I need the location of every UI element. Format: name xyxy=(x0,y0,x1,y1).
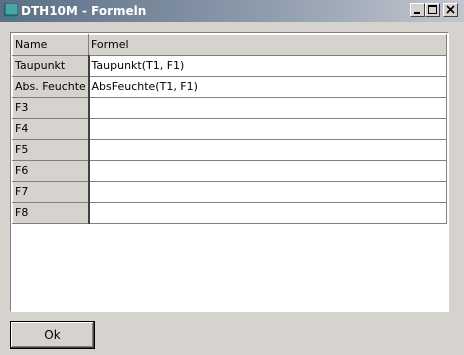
row-name-cell[interactable]: F7 xyxy=(12,181,90,203)
close-icon xyxy=(446,5,455,14)
formula-cell[interactable] xyxy=(88,139,447,161)
formula-cell[interactable] xyxy=(88,118,447,140)
table-row[interactable]: F3 xyxy=(12,97,447,119)
row-name-cell[interactable]: F8 xyxy=(12,202,90,224)
table-row[interactable]: F4 xyxy=(12,118,447,140)
table-row[interactable]: F8 xyxy=(12,202,447,224)
window-title: DTH10M - Formeln xyxy=(21,4,147,18)
table-row[interactable]: F5 xyxy=(12,139,447,161)
table-row[interactable]: F6 xyxy=(12,160,447,182)
maximize-button[interactable] xyxy=(425,3,440,17)
row-name-cell[interactable]: F3 xyxy=(12,97,90,119)
row-name-cell[interactable]: F6 xyxy=(12,160,90,182)
table-row[interactable]: Abs. Feuchte AbsFeuchte(T1, F1) xyxy=(12,76,447,98)
formula-cell[interactable] xyxy=(88,160,447,182)
header-row: Name Formel xyxy=(12,34,447,56)
row-name-cell[interactable]: F5 xyxy=(12,139,90,161)
row-name-cell[interactable]: Taupunkt xyxy=(12,55,90,77)
row-name-cell[interactable]: F4 xyxy=(12,118,90,140)
formula-table: Name Formel Taupunkt Taupunkt(T1, F1) Abs.… xyxy=(12,34,447,224)
table-row[interactable]: F7 xyxy=(12,181,447,203)
formula-cell[interactable] xyxy=(88,97,447,119)
formula-cell[interactable] xyxy=(88,181,447,203)
table-row[interactable]: Taupunkt Taupunkt(T1, F1) xyxy=(12,55,447,77)
column-header-formula[interactable]: Formel xyxy=(88,34,447,56)
formula-grid[interactable]: Name Formel Taupunkt Taupunkt(T1, F1) Abs.… xyxy=(10,32,449,312)
column-header-name[interactable]: Name xyxy=(12,34,89,56)
formula-cell[interactable] xyxy=(88,202,447,224)
formeln-window: DTH10M - Formeln Name Formel Taupunkt Ta… xyxy=(0,0,464,355)
row-name-cell[interactable]: Abs. Feuchte xyxy=(12,76,90,98)
close-button[interactable] xyxy=(443,3,458,17)
formula-cell[interactable]: Taupunkt(T1, F1) xyxy=(88,55,447,77)
title-bar[interactable]: DTH10M - Formeln xyxy=(0,0,464,22)
formula-cell[interactable]: AbsFeuchte(T1, F1) xyxy=(88,76,447,98)
minimize-button[interactable] xyxy=(410,3,425,17)
ok-button[interactable]: Ok xyxy=(10,321,95,349)
maximize-icon xyxy=(428,5,437,14)
app-icon xyxy=(3,3,18,17)
minimize-icon xyxy=(414,12,420,14)
